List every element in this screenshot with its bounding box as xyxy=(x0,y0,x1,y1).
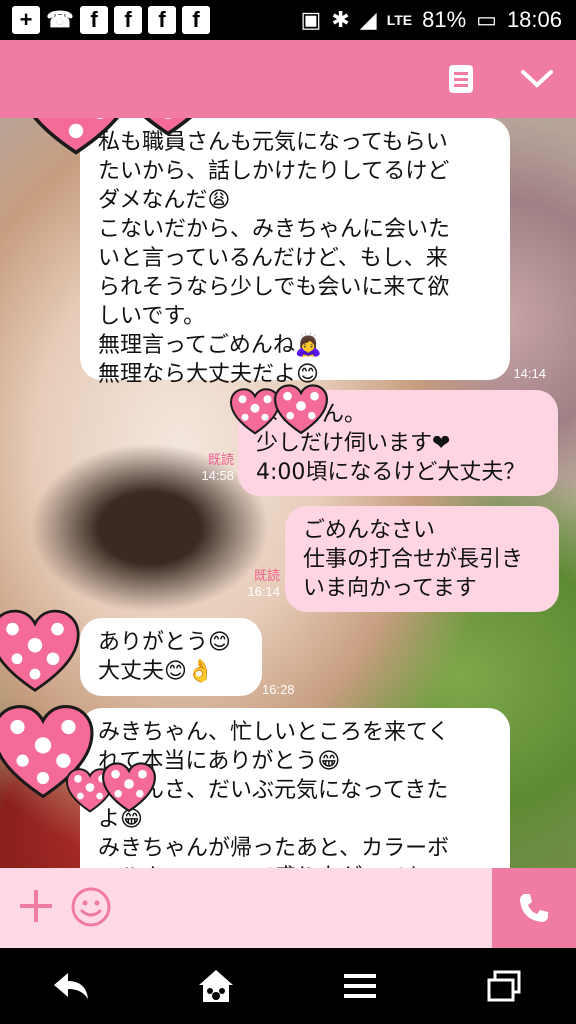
menu-icon[interactable] xyxy=(330,956,390,1016)
heart-sticker-icon xyxy=(102,762,156,813)
message-time: 14:14 xyxy=(513,366,546,381)
message-input-bar xyxy=(0,868,576,948)
battery-percent: 81% xyxy=(422,7,467,32)
missed-call-icon: ☎ xyxy=(46,7,74,32)
chat-area[interactable]: 私も職員さんも元気になってもらい たいから、話しかけたりしてるけど ダメなんだ😩… xyxy=(0,118,576,868)
facebook-icon: f xyxy=(182,6,210,34)
plus-icon[interactable] xyxy=(16,886,56,926)
heart-sticker-icon xyxy=(274,384,328,435)
message-meta: 既読 16:14 xyxy=(232,568,280,600)
chevron-down-icon[interactable] xyxy=(514,56,560,102)
lte-label: LTE xyxy=(386,12,413,28)
facebook-icon: f xyxy=(148,6,176,34)
message-bubble-in[interactable]: 私も職員さんも元気になってもらい たいから、話しかけたりしてるけど ダメなんだ😩… xyxy=(80,118,510,387)
heart-sticker-icon xyxy=(0,609,80,692)
notes-icon[interactable] xyxy=(438,56,484,102)
signal-icon: ◢ xyxy=(359,7,377,32)
message-bubble-in[interactable]: ありがとう😊 大丈夫😊👌 xyxy=(80,618,262,696)
clock: 18:06 xyxy=(506,7,562,32)
message-meta: 既読 14:58 xyxy=(186,452,234,484)
home-icon[interactable] xyxy=(186,956,246,1016)
chat-header xyxy=(0,40,576,118)
read-receipt: 既読 xyxy=(207,452,234,467)
recent-apps-icon[interactable] xyxy=(474,956,534,1016)
system-nav-bar xyxy=(0,948,576,1024)
message-bubble-out[interactable]: ごめんなさい 仕事の打合せが長引き いま向かってます xyxy=(285,506,559,612)
facebook-icon: f xyxy=(114,6,142,34)
message-time: 14:58 xyxy=(201,468,234,483)
bluetooth-icon: ✱ xyxy=(331,7,350,32)
battery-icon: ▭ xyxy=(476,7,497,32)
add-icon: + xyxy=(12,6,40,34)
heart-sticker-icon xyxy=(143,118,193,136)
nfc-icon: ▣ xyxy=(300,7,322,32)
read-receipt: 既読 xyxy=(253,568,280,583)
heart-sticker-icon xyxy=(230,388,280,435)
phone-icon xyxy=(520,894,548,922)
back-icon[interactable] xyxy=(42,956,102,1016)
message-time: 16:14 xyxy=(247,584,280,599)
smile-icon[interactable] xyxy=(70,886,112,928)
message-time: 16:28 xyxy=(262,682,295,697)
call-button[interactable] xyxy=(492,868,576,948)
facebook-icon: f xyxy=(80,6,108,34)
status-bar: + ☎ f f f f ▣ ✱ ◢ LTE 81% ▭ 18:06 xyxy=(0,0,576,40)
